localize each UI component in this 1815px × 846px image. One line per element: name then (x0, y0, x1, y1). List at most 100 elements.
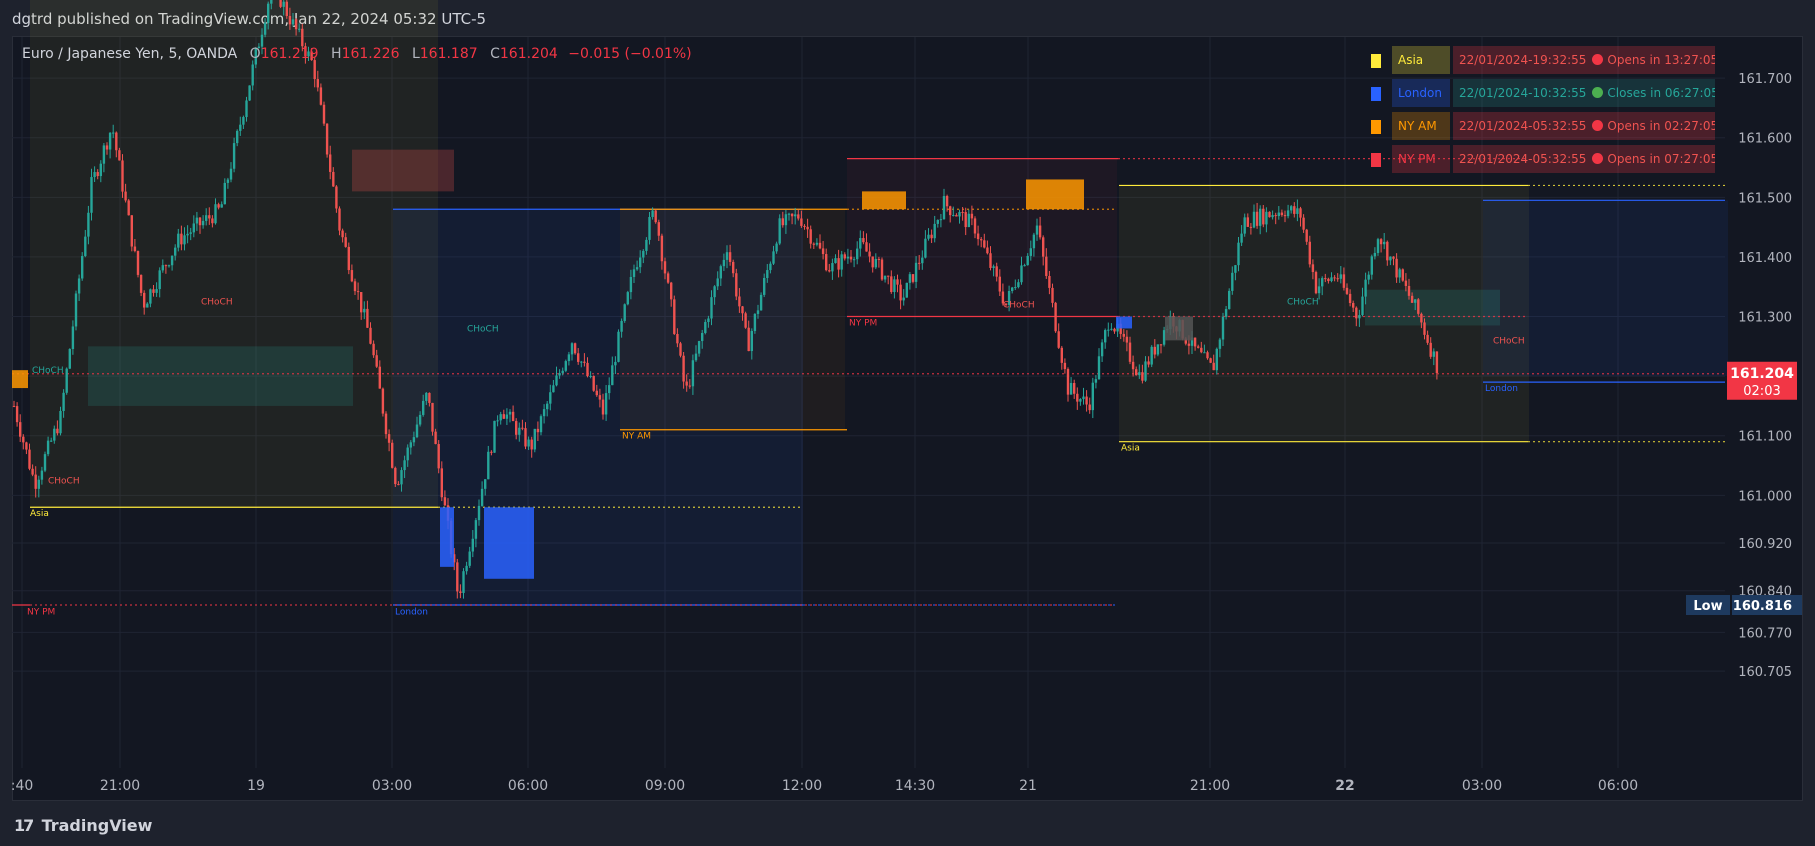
time-tick-label: :40 (11, 778, 34, 794)
candle-body (493, 420, 496, 453)
candle-body (716, 278, 719, 287)
candle-body (1339, 274, 1342, 279)
candle-body (474, 520, 478, 539)
candle-body (515, 421, 518, 435)
session-label: CHoCH (32, 366, 64, 376)
candle-body (214, 204, 217, 224)
candle-body (1069, 383, 1073, 395)
candle-body (1268, 211, 1271, 218)
candle-body (440, 468, 443, 498)
candle-body (511, 411, 515, 422)
candle-body (697, 341, 701, 354)
candle-body (1218, 339, 1222, 349)
candle-body (15, 406, 19, 423)
candle-body (989, 253, 992, 268)
candle-body (741, 306, 744, 314)
order-block (440, 507, 454, 567)
candle-body (1364, 279, 1367, 297)
candle-body (973, 218, 977, 234)
tradingview-logo[interactable]: 17 TradingView (14, 816, 152, 835)
candle-body (115, 132, 118, 151)
candle-body (1277, 212, 1280, 217)
candle-body (651, 210, 654, 217)
candle-body (90, 177, 93, 213)
candle-body (831, 263, 834, 272)
candle-body (19, 422, 22, 437)
time-tick-label: 19 (247, 778, 265, 794)
candle-body (614, 361, 617, 366)
candle-body (335, 186, 338, 209)
candle-body (146, 303, 149, 308)
candle-body (856, 248, 859, 260)
candle-body (629, 276, 633, 293)
candle-body (71, 326, 75, 350)
candle-body (701, 332, 704, 342)
candle-body (834, 258, 837, 264)
candle-body (1333, 277, 1336, 279)
candle-body (502, 414, 505, 419)
session-status-text: Opens in 02:27:05 (1607, 119, 1715, 133)
candle-body (911, 274, 915, 282)
candle-body (1383, 241, 1386, 245)
candle-body (53, 428, 56, 441)
candle-body (970, 213, 974, 219)
candle-body (859, 238, 862, 249)
candle-body (763, 277, 766, 295)
candle-body (508, 411, 512, 415)
candle-body (871, 256, 874, 268)
candle-body (1100, 342, 1104, 357)
candle-body (549, 392, 552, 404)
candle-body (1045, 256, 1048, 276)
candle-body (1187, 343, 1191, 346)
low-label: L (411, 46, 420, 62)
candle-body (1212, 362, 1215, 371)
session-status-text: Closes in 06:27:05 (1607, 86, 1715, 100)
candle-body (99, 163, 102, 177)
candle-body (236, 130, 239, 144)
candle-body (1410, 295, 1414, 303)
candle-body (1376, 239, 1380, 253)
candle-body (294, 19, 298, 30)
session-time: 22/01/2024-05:32:55 (1459, 152, 1587, 166)
candle-body (68, 349, 71, 369)
candle-body (592, 375, 595, 391)
candle-body (691, 360, 695, 387)
candle-body (338, 208, 341, 231)
change-value: −0.015 (−0.01%) (568, 46, 692, 62)
status-dot-icon (1592, 120, 1604, 131)
candle-body (1228, 290, 1231, 310)
candle-body (1429, 342, 1432, 357)
candle-body (682, 355, 685, 382)
candle-body (589, 375, 592, 377)
candle-body (102, 145, 106, 164)
time-tick-label: 14:30 (895, 778, 935, 794)
candle-body (366, 308, 369, 328)
candle-body (195, 217, 199, 224)
candle-body (251, 64, 254, 86)
candle-body (524, 428, 527, 447)
candle-body (1200, 347, 1203, 353)
candle-body (372, 343, 375, 356)
candle-body (601, 399, 605, 415)
candle-body (375, 355, 378, 367)
symbol-name[interactable]: Euro / Japanese Yen, 5, OANDA (22, 46, 237, 62)
candle-body (108, 132, 112, 150)
candle-body (617, 331, 620, 362)
last-price: 161.204 (1730, 366, 1794, 382)
candle-body (598, 395, 602, 400)
candle-body (840, 254, 843, 270)
session-row: NY PM 22/01/2024-05:32:55 Opens in 07:27:0… (1365, 145, 1715, 173)
session-label: CHoCH (48, 476, 80, 486)
candle-body (325, 123, 329, 155)
candle-body (1361, 296, 1364, 316)
candle-body (756, 310, 760, 314)
candle-body (22, 436, 25, 443)
candle-body (1265, 211, 1268, 225)
candle-body (456, 562, 459, 592)
candle-body (1417, 299, 1420, 314)
price-tick-label: 161.700 (1738, 72, 1792, 87)
tradingview-logo-text: TradingView (41, 816, 153, 835)
candle-body (155, 289, 158, 293)
symbol-legend[interactable]: Euro / Japanese Yen, 5, OANDA O161.219 H… (22, 46, 692, 62)
candle-body (409, 442, 412, 448)
